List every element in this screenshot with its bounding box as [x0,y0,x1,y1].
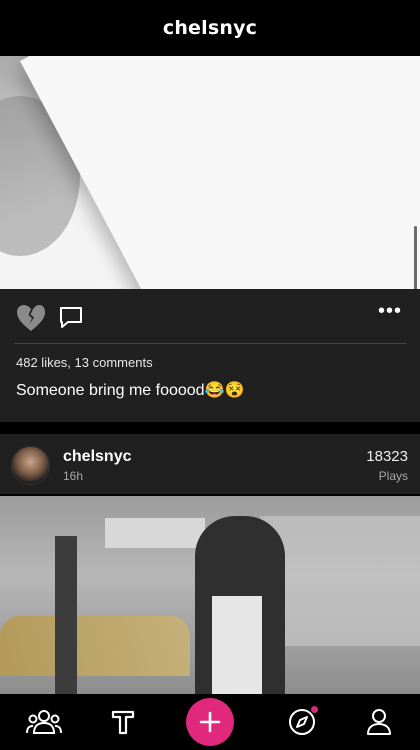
explore-icon[interactable] [284,704,320,740]
text-post-icon[interactable] [105,704,141,740]
post-actions: ••• [0,289,420,345]
page-title: chelsnyc [162,17,258,39]
post-media-image[interactable] [0,56,420,289]
media-sign [105,518,205,548]
post-header: chelsnyc 16h 18323 Plays [0,434,420,494]
notification-dot [311,706,318,713]
create-post-button[interactable] [186,698,234,746]
profile-icon[interactable] [361,704,397,740]
community-icon[interactable] [26,704,62,740]
media-pole [55,536,77,694]
plus-icon [199,711,221,733]
post-media-video[interactable] [0,496,420,694]
avatar[interactable] [11,446,50,485]
plays-label: Plays [378,469,408,483]
broken-heart-icon[interactable] [15,303,47,333]
likes-comments-count[interactable]: 482 likes, 13 comments [16,355,153,370]
username[interactable]: chelsnyc [63,448,131,466]
more-options-icon[interactable]: ••• [378,301,402,325]
comment-icon[interactable] [57,303,85,331]
divider [14,343,406,344]
bottom-tab-bar [0,694,420,750]
scrollbar[interactable] [414,226,417,296]
feed[interactable]: ••• 482 likes, 13 comments Someone bring… [0,56,420,694]
post-time: 16h [63,469,84,483]
post-separator [0,422,420,434]
top-bar: chelsnyc [0,0,420,56]
media-taxi [0,616,190,676]
media-shirt [212,596,262,694]
plays-count: 18323 [366,448,408,465]
post-card: ••• 482 likes, 13 comments Someone bring… [0,289,420,422]
post-caption: Someone bring me fooood😂😵 [16,382,245,399]
media-paper [20,56,420,289]
